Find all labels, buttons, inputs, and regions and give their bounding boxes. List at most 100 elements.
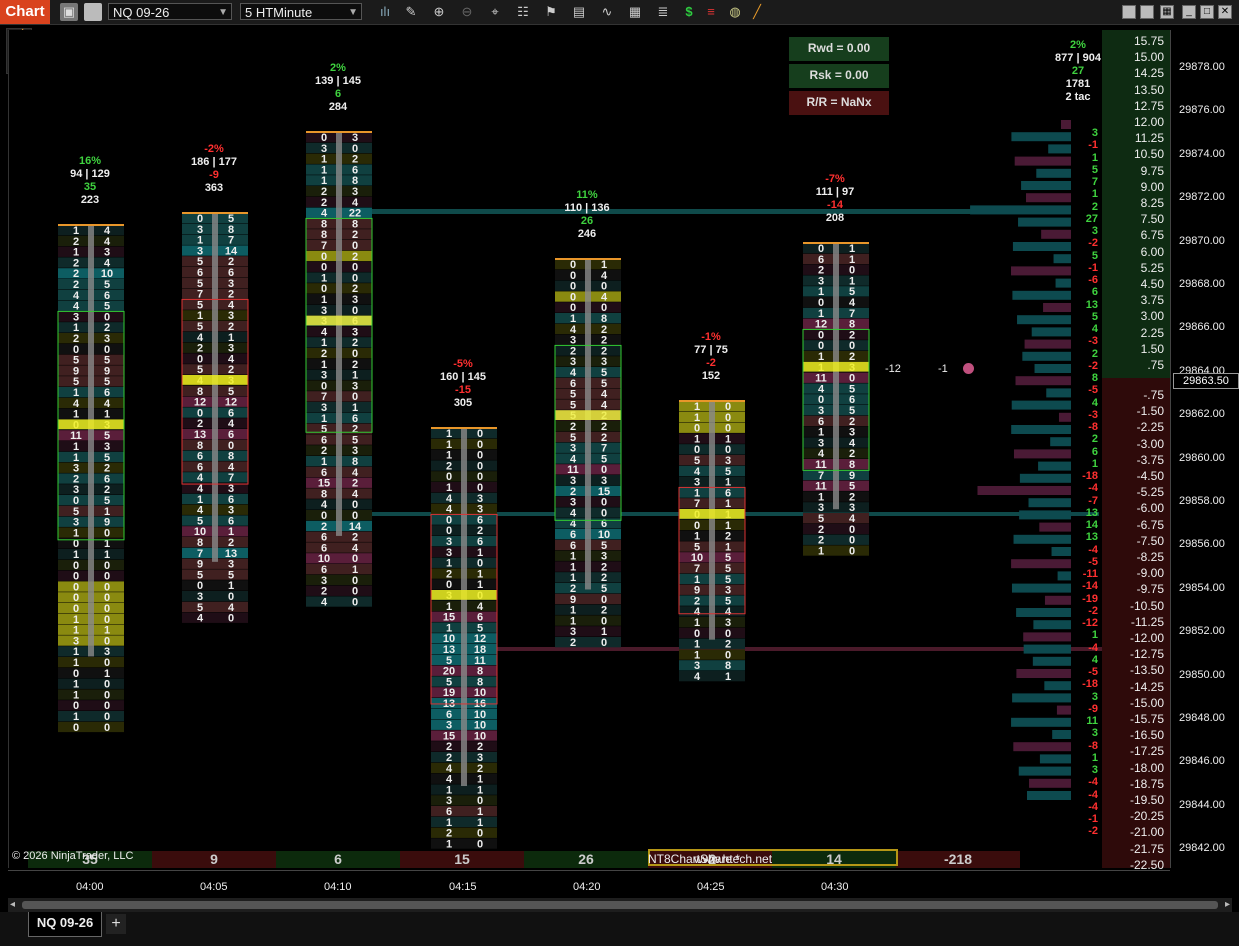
offset-label: -13.50 bbox=[1129, 663, 1164, 678]
tile-icon[interactable]: ▦ bbox=[1160, 5, 1174, 19]
maximize-button[interactable]: □ bbox=[1200, 5, 1214, 19]
zoom-in-icon[interactable]: ⊕ bbox=[430, 3, 448, 21]
window-panel2-icon[interactable] bbox=[1140, 5, 1154, 19]
time-label: 04:25 bbox=[697, 881, 725, 893]
ladder-delta: -4 bbox=[1088, 788, 1098, 801]
minimize-button[interactable]: _ bbox=[1182, 5, 1196, 19]
offset-label: -3.00 bbox=[1136, 436, 1164, 451]
ladder-delta: 1 bbox=[1091, 629, 1098, 642]
ladder-delta: 2 bbox=[1091, 433, 1098, 446]
ladder-delta: 1 bbox=[1091, 188, 1098, 201]
ladder-delta: 3 bbox=[1091, 690, 1098, 703]
volume-profile-bar bbox=[970, 205, 1071, 215]
cell-bg bbox=[431, 806, 497, 817]
horizontal-scrollbar[interactable]: ◂ ▸ bbox=[8, 898, 1232, 912]
offset-label: -.75 bbox=[1143, 388, 1164, 402]
marker-dot[interactable] bbox=[963, 363, 974, 374]
price-tick: 29850.00 bbox=[1179, 668, 1225, 681]
offset-label: 2.25 bbox=[1140, 325, 1164, 340]
level-line-1 bbox=[319, 209, 1009, 214]
price-axis[interactable]: 29878.00 29876.00 29874.00 29872.00 29870.00… bbox=[1170, 30, 1239, 868]
ladder-delta: -1 bbox=[1088, 261, 1098, 274]
ladder-delta: 7 bbox=[1091, 176, 1098, 188]
bar-pct: 16% bbox=[78, 155, 102, 167]
poc-highlight bbox=[182, 375, 248, 385]
price-tick: 29868.00 bbox=[1179, 278, 1225, 290]
price-tick: 29844.00 bbox=[1179, 798, 1225, 811]
ladder-delta: 3 bbox=[1091, 225, 1098, 237]
cell-bg bbox=[555, 637, 621, 648]
poc-highlight bbox=[555, 410, 621, 420]
bar-pct: -1% bbox=[701, 331, 721, 343]
volume-profile-bar bbox=[1039, 522, 1071, 532]
bar-type-icon[interactable]: ılı bbox=[376, 3, 394, 21]
data-box-icon[interactable] bbox=[84, 3, 102, 21]
volume-profile-bar bbox=[1011, 559, 1071, 569]
bar-volume: 305 bbox=[453, 397, 473, 409]
scroll-thumb[interactable] bbox=[22, 901, 1218, 909]
window-panel-icon[interactable] bbox=[1122, 5, 1136, 19]
offset-label: -7.50 bbox=[1136, 533, 1164, 548]
price-tick: 29848.00 bbox=[1179, 712, 1225, 724]
camera-icon[interactable]: ▣ bbox=[60, 3, 78, 21]
bar-delta: -9 bbox=[209, 169, 219, 181]
scroll-left-icon[interactable]: ◂ bbox=[10, 899, 15, 910]
offset-label: -12.00 bbox=[1129, 631, 1164, 645]
offset-label: -21.75 bbox=[1129, 841, 1164, 856]
price-tick: 29846.00 bbox=[1179, 755, 1225, 768]
bar-delta: -2 bbox=[706, 357, 716, 369]
pencil-icon[interactable]: ✎ bbox=[402, 3, 420, 21]
interval-selector[interactable]: 5 HTMinute ▼ bbox=[240, 3, 362, 20]
offset-label: -12.75 bbox=[1129, 647, 1164, 662]
summary-tac: 2 tac bbox=[1065, 91, 1091, 103]
indicators-icon[interactable]: ∿ bbox=[598, 3, 616, 21]
bar-volume: 246 bbox=[577, 228, 597, 240]
palette-icon[interactable]: ◍ bbox=[726, 3, 744, 21]
volume-profile-bar bbox=[1016, 669, 1071, 678]
ladder-delta: -2 bbox=[1088, 604, 1098, 617]
bar-header-1: -2% 186 | 177 -9 363 bbox=[169, 143, 259, 195]
volume-profile-bar bbox=[1057, 571, 1071, 581]
ladder-delta: 1 bbox=[1091, 457, 1098, 470]
offset-label: -18.00 bbox=[1129, 760, 1164, 775]
bar-pct: -2% bbox=[204, 143, 224, 155]
ladder-delta: 3 bbox=[1091, 764, 1098, 776]
color-bars-icon[interactable]: ≡ bbox=[702, 3, 720, 21]
cell-bg bbox=[182, 601, 248, 613]
volume-profile-bar bbox=[977, 486, 1071, 495]
zoom-out-icon[interactable]: ⊖ bbox=[458, 3, 476, 21]
bid-volume: 2 bbox=[570, 637, 576, 649]
list-icon[interactable]: ≣ bbox=[654, 3, 672, 21]
bar-pct: -7% bbox=[825, 173, 845, 185]
chart-trader-icon[interactable]: ▤ bbox=[570, 3, 588, 21]
cell-bg bbox=[58, 667, 124, 679]
offset-label: -6.00 bbox=[1136, 501, 1164, 516]
volume-profile-bar bbox=[1044, 681, 1071, 691]
strategy-icon[interactable]: ⚑ bbox=[542, 3, 560, 21]
ladder-delta: -3 bbox=[1088, 408, 1098, 421]
offset-label: 9.75 bbox=[1140, 163, 1164, 178]
offset-label: -15.75 bbox=[1129, 712, 1164, 726]
volume-profile-bar bbox=[1022, 351, 1071, 361]
bar-delta-cell: 9 bbox=[152, 851, 276, 868]
draw-line-icon[interactable]: ╱ bbox=[748, 3, 766, 21]
tab-instrument[interactable]: NQ 09-26 bbox=[28, 912, 102, 937]
poc-highlight bbox=[58, 419, 124, 430]
properties-icon[interactable]: ☷ bbox=[514, 3, 532, 21]
instrument-selector[interactable]: NQ 09-26 ▼ bbox=[108, 3, 232, 20]
bar-bidask: 94 | 129 bbox=[70, 168, 110, 180]
site-label: www.htech.net bbox=[694, 852, 773, 866]
scroll-right-icon[interactable]: ▸ bbox=[1225, 899, 1230, 910]
dollar-icon[interactable]: $ bbox=[680, 3, 698, 21]
ladder-delta: 1 bbox=[1091, 151, 1098, 164]
volume-profile-bar bbox=[1038, 461, 1071, 471]
share-box[interactable]: NT8ChartShare * www.htech.net bbox=[648, 849, 898, 866]
volume-profile-bar bbox=[1029, 778, 1071, 788]
add-tab-button[interactable]: + bbox=[106, 914, 126, 934]
volume-profile-bar bbox=[1052, 730, 1071, 739]
chart-window-tab[interactable]: Chart bbox=[0, 0, 50, 24]
templates-icon[interactable]: ▦ bbox=[626, 3, 644, 21]
bar-header-2: 2% 139 | 145 6 284 bbox=[293, 62, 383, 114]
close-button[interactable]: ✕ bbox=[1218, 5, 1232, 19]
crosshair-icon[interactable]: ⌖ bbox=[486, 3, 504, 21]
